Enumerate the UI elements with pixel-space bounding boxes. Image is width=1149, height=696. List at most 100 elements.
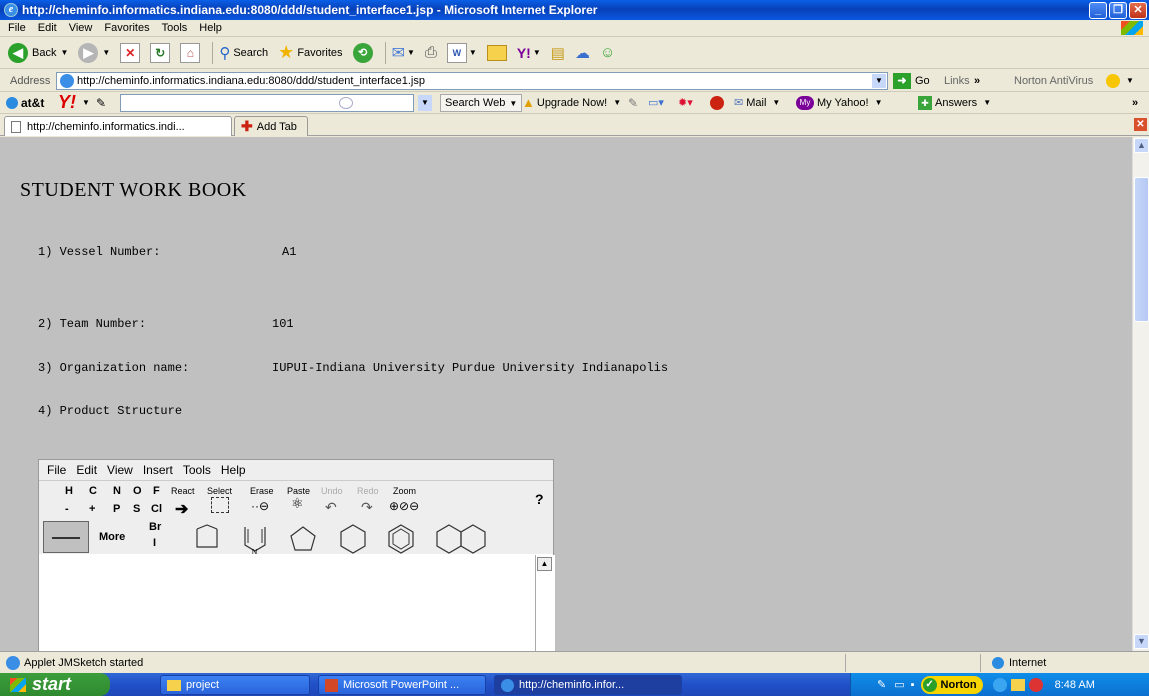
maximize-button[interactable]: ❐ xyxy=(1109,2,1127,19)
menu-favorites[interactable]: Favorites xyxy=(104,22,149,34)
search-web-button[interactable]: Search Web ▼ xyxy=(440,94,523,112)
scroll-up-icon[interactable]: ▲ xyxy=(537,557,552,571)
element-cl-button[interactable]: Cl xyxy=(151,503,162,515)
scroll-thumb[interactable] xyxy=(1134,177,1149,322)
applet-menu-edit[interactable]: Edit xyxy=(76,463,97,477)
popup-blocker-icon[interactable]: ▭▾ xyxy=(648,96,664,109)
close-button[interactable]: ✕ xyxy=(1129,2,1147,19)
back-button[interactable]: ◀ Back ▼ xyxy=(6,40,70,66)
undo-icon[interactable]: ↶ xyxy=(325,499,337,516)
element-c-button[interactable]: C xyxy=(89,485,97,497)
yahoo-button[interactable]: Y! ▼ xyxy=(515,40,543,66)
menu-file[interactable]: File xyxy=(8,22,26,34)
menu-tools[interactable]: Tools xyxy=(162,22,188,34)
help-button[interactable]: ? xyxy=(535,491,544,507)
charge-minus-button[interactable]: - xyxy=(65,503,69,515)
edit-button[interactable]: W ▼ xyxy=(445,40,479,66)
print-button[interactable]: ⎙ xyxy=(423,40,439,66)
jmsketch-applet[interactable]: File Edit View Insert Tools Help H C N O… xyxy=(38,459,555,651)
menu-edit[interactable]: Edit xyxy=(38,22,57,34)
tray-messenger-icon[interactable] xyxy=(992,677,1007,692)
yahoo-search-input[interactable] xyxy=(120,94,414,112)
mail-button[interactable]: ✉ ▼ xyxy=(390,40,417,66)
element-br-button[interactable]: Br xyxy=(149,521,161,533)
cyclohexane-icon[interactable] xyxy=(340,524,366,554)
tray-tool-icon[interactable]: ✎ xyxy=(877,678,886,691)
element-o-button[interactable]: O xyxy=(133,485,142,497)
links-button[interactable]: Links xyxy=(944,75,970,87)
refresh-button[interactable]: ↻ xyxy=(148,40,172,66)
pyrrole-icon[interactable]: N xyxy=(244,527,266,555)
mail-button[interactable]: ✉ Mail ▼ xyxy=(734,96,780,110)
paste-icon[interactable]: ⚛ xyxy=(291,495,304,512)
add-tab-button[interactable]: ✚ Add Tab xyxy=(234,116,308,136)
zoom-icon[interactable]: ⊕⊘⊖ xyxy=(389,499,419,513)
forward-button[interactable]: ▶ ▼ xyxy=(76,40,112,66)
tray-monitor-icon[interactable]: ▭ xyxy=(894,678,904,691)
select-lasso-icon[interactable] xyxy=(211,497,229,513)
applet-menu-tools[interactable]: Tools xyxy=(183,463,211,477)
pencil-icon[interactable]: ✎ xyxy=(96,96,106,110)
minimize-button[interactable]: _ xyxy=(1089,2,1107,19)
more-button[interactable]: More xyxy=(99,531,125,543)
cyclopentane-icon[interactable] xyxy=(290,526,316,551)
page-scrollbar[interactable]: ▲ ▼ xyxy=(1132,137,1149,651)
start-button[interactable]: start xyxy=(0,673,110,696)
tab-current[interactable]: http://cheminfo.informatics.indi... xyxy=(4,116,232,136)
element-h-button[interactable]: H xyxy=(65,485,73,497)
my-yahoo-button[interactable]: My My Yahoo! ▼ xyxy=(796,95,883,110)
norton-antivirus-button[interactable]: Norton AntiVirus xyxy=(1014,75,1093,87)
menu-help[interactable]: Help xyxy=(199,22,222,34)
stop-button[interactable]: ✕ xyxy=(118,40,142,66)
element-i-button[interactable]: I xyxy=(153,537,156,549)
single-bond-button[interactable] xyxy=(43,521,89,553)
element-s-button[interactable]: S xyxy=(133,503,140,515)
taskbar-item-powerpoint[interactable]: Microsoft PowerPoint ... xyxy=(318,675,486,695)
scroll-up-button[interactable]: ▲ xyxy=(1134,138,1149,153)
clock[interactable]: 8:48 AM xyxy=(1055,679,1095,691)
discuss-button[interactable] xyxy=(485,40,509,66)
go-button[interactable]: ➜ Go xyxy=(893,72,930,89)
applet-menu-insert[interactable]: Insert xyxy=(143,463,173,477)
taskbar-item-ie[interactable]: http://cheminfo.infor... xyxy=(494,675,682,695)
redo-icon[interactable]: ↷ xyxy=(361,499,373,516)
taskbar-item-project[interactable]: project xyxy=(160,675,310,695)
chevron-down-icon[interactable]: ▼ xyxy=(82,98,90,107)
tray-yahoo-icon[interactable] xyxy=(1028,677,1043,692)
element-n-button[interactable]: N xyxy=(113,485,121,497)
zone-indicator[interactable]: Internet xyxy=(992,656,1046,669)
applet-menu-help[interactable]: Help xyxy=(221,463,246,477)
applet-menu-view[interactable]: View xyxy=(107,463,133,477)
home-button[interactable]: ⌂ xyxy=(178,40,202,66)
yahoo-logo-icon[interactable]: Y! xyxy=(58,92,76,113)
yahoo-red-icon[interactable] xyxy=(710,95,724,110)
menu-view[interactable]: View xyxy=(69,22,93,34)
scroll-down-button[interactable]: ▼ xyxy=(1134,634,1149,649)
messenger-button[interactable]: ☁ xyxy=(573,40,592,66)
naphthalene-icon[interactable] xyxy=(436,524,486,554)
close-tab-icon[interactable]: ✕ xyxy=(1134,118,1147,131)
tray-security-icon[interactable]: ▪ xyxy=(911,679,915,691)
cyclobutane-open-icon[interactable] xyxy=(196,524,218,548)
att-logo[interactable]: at&t xyxy=(6,96,44,110)
react-arrow-icon[interactable]: ➔ xyxy=(175,499,188,519)
chevron-down-icon[interactable]: ▼ xyxy=(872,74,886,88)
search-button[interactable]: ⚲ Search xyxy=(217,40,270,66)
element-f-button[interactable]: F xyxy=(153,485,160,497)
eraser-icon[interactable]: ··⊖ xyxy=(251,499,269,513)
tray-folder-icon[interactable] xyxy=(1010,678,1025,691)
favorites-button[interactable]: ★ Favorites xyxy=(276,40,344,66)
answers-button[interactable]: ✚ Answers ▼ xyxy=(918,95,991,110)
charge-plus-button[interactable]: + xyxy=(89,503,95,515)
element-p-button[interactable]: P xyxy=(113,503,120,515)
upgrade-now-button[interactable]: ▲ Upgrade Now! ▼ xyxy=(522,95,621,110)
highlight-icon[interactable]: ✎ xyxy=(628,96,638,110)
benzene-icon[interactable] xyxy=(388,524,414,554)
applet-scrollbar[interactable]: ▲ xyxy=(535,555,553,651)
applet-menu-file[interactable]: File xyxy=(47,463,66,477)
drawing-canvas[interactable] xyxy=(39,555,555,651)
research-button[interactable]: ▤ xyxy=(549,40,567,66)
contacts-button[interactable]: ☺ xyxy=(598,40,617,66)
address-input[interactable]: http://cheminfo.informatics.indiana.edu:… xyxy=(56,72,888,90)
history-button[interactable]: ⟲ xyxy=(351,40,375,66)
